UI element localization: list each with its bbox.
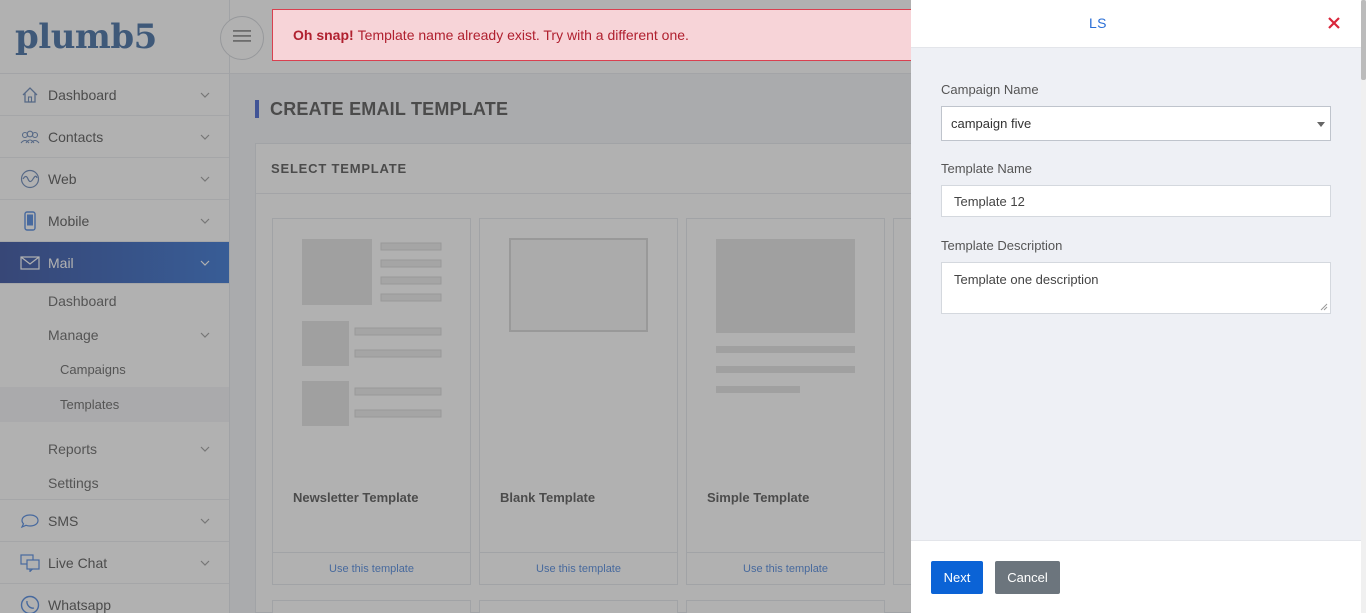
cancel-button[interactable]: Cancel bbox=[995, 561, 1060, 594]
template-name-label: Template Name bbox=[941, 161, 1033, 176]
caret-down-icon bbox=[1317, 122, 1325, 127]
alert-strong: Oh snap! bbox=[293, 27, 354, 43]
drawer-footer: Next Cancel bbox=[911, 540, 1361, 613]
template-description-value: Template one description bbox=[954, 272, 1099, 287]
next-button[interactable]: Next bbox=[931, 561, 983, 594]
campaign-name-label: Campaign Name bbox=[941, 82, 1039, 97]
campaign-name-value: campaign five bbox=[951, 116, 1032, 131]
template-description-label: Template Description bbox=[941, 238, 1063, 253]
close-icon[interactable] bbox=[1323, 12, 1345, 34]
template-description-textarea[interactable]: Template one description bbox=[941, 262, 1331, 314]
resize-handle-icon[interactable] bbox=[1320, 303, 1328, 311]
alert-message: Template name already exist. Try with a … bbox=[357, 27, 689, 43]
drawer-header: LS bbox=[911, 0, 1361, 48]
template-name-value: Template 12 bbox=[954, 193, 1025, 209]
campaign-name-select[interactable]: campaign five bbox=[941, 106, 1331, 141]
template-name-input[interactable]: Template 12 bbox=[941, 185, 1331, 217]
scrollbar[interactable] bbox=[1361, 0, 1366, 613]
scrollbar-thumb[interactable] bbox=[1361, 0, 1366, 80]
template-details-drawer: LS Campaign Name campaign five Template … bbox=[911, 0, 1361, 613]
modal-overlay[interactable] bbox=[0, 0, 911, 613]
drawer-title: LS bbox=[1089, 15, 1107, 31]
